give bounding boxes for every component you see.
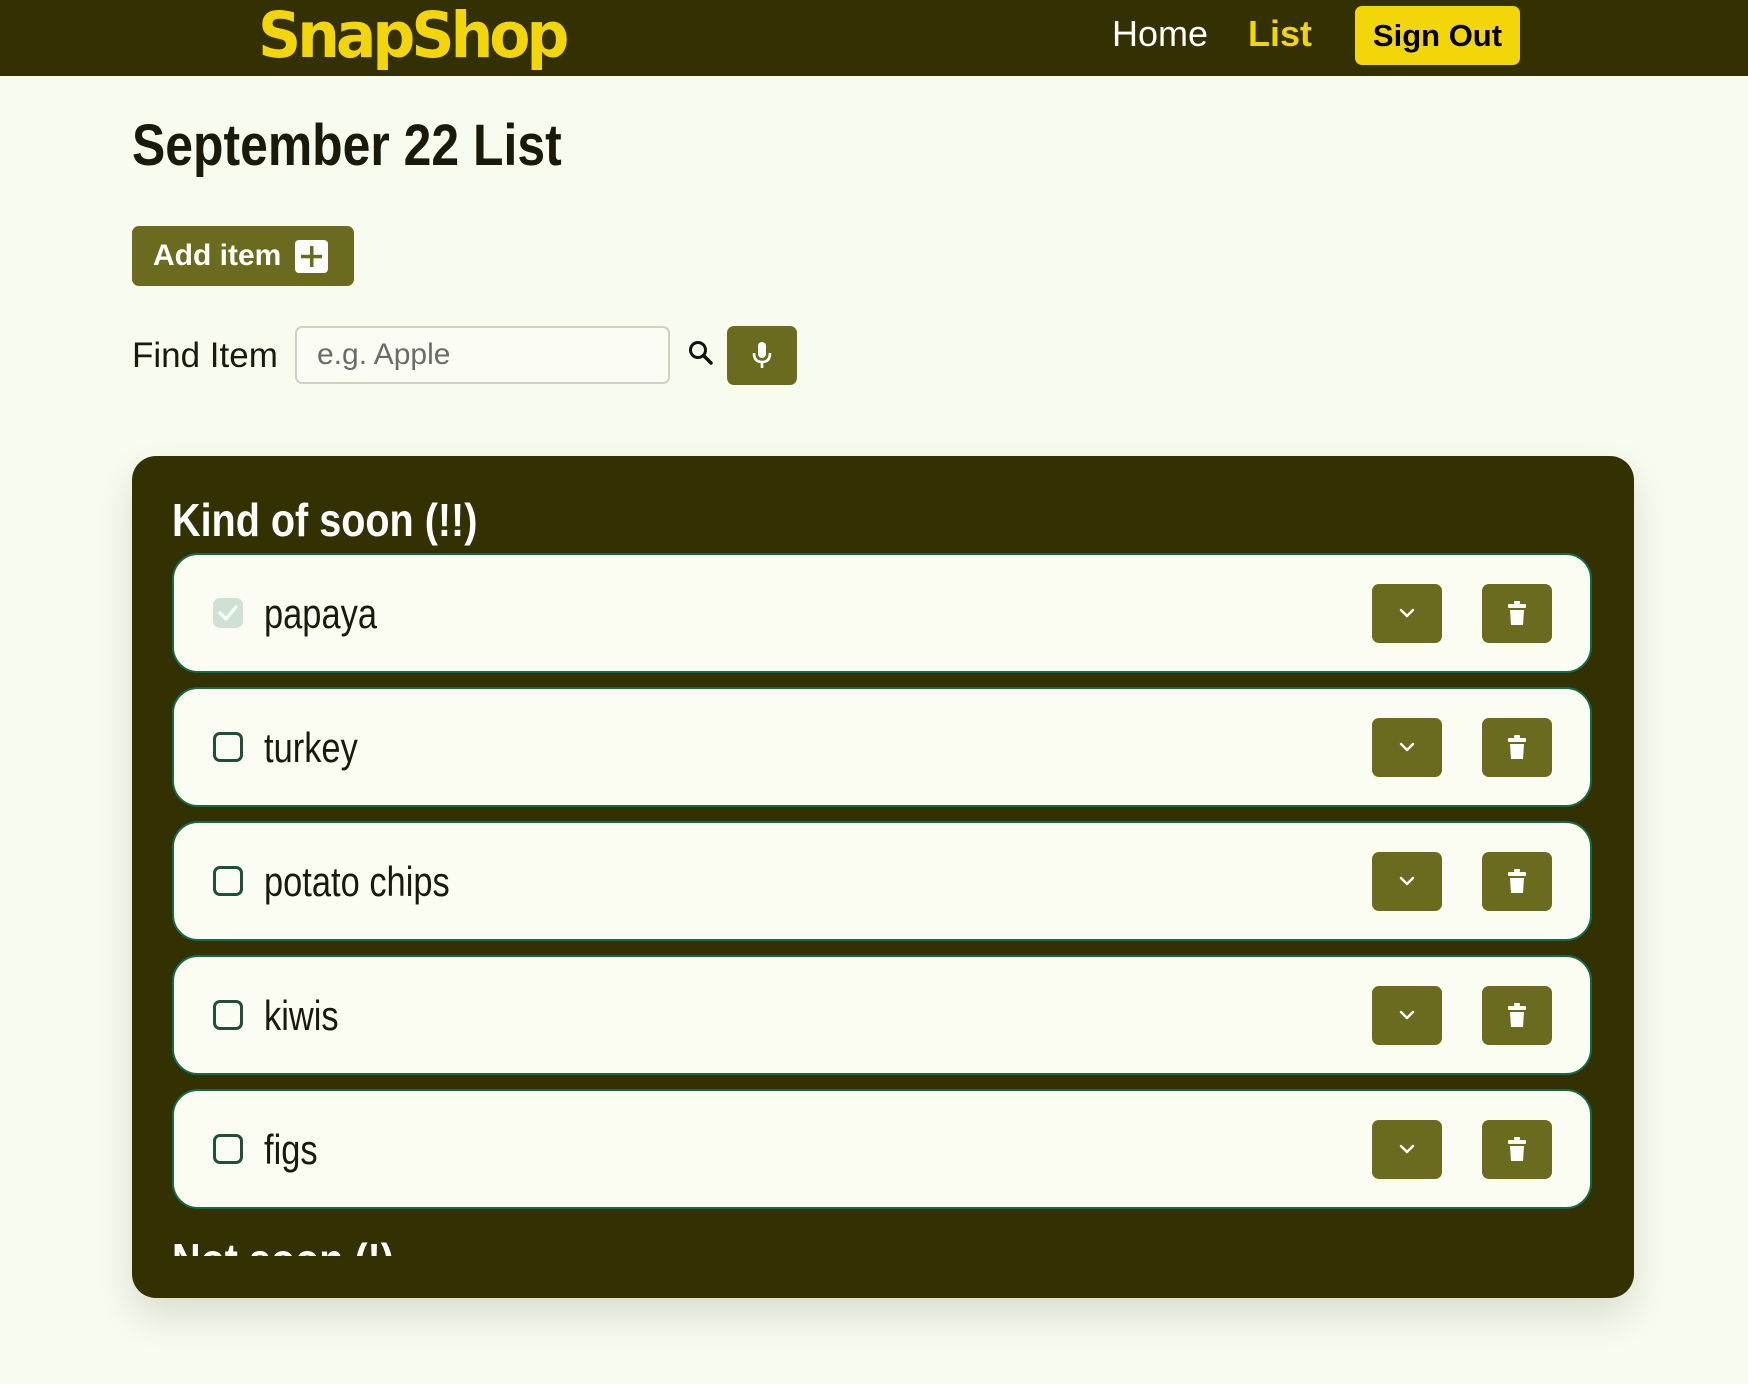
item-checkbox[interactable] bbox=[213, 866, 243, 896]
expand-item-button[interactable] bbox=[1372, 852, 1442, 911]
search-icon bbox=[689, 341, 713, 365]
list-item: papaya bbox=[172, 553, 1592, 673]
list-item: figs bbox=[172, 1089, 1592, 1209]
item-checkbox[interactable] bbox=[213, 1134, 243, 1164]
chevron-down-icon bbox=[1399, 1010, 1415, 1020]
plus-square-icon bbox=[295, 240, 328, 273]
delete-item-button[interactable] bbox=[1482, 718, 1552, 777]
delete-item-button[interactable] bbox=[1482, 584, 1552, 643]
delete-item-button[interactable] bbox=[1482, 986, 1552, 1045]
section-clip: Not soon (!) bbox=[132, 1226, 1634, 1256]
delete-item-button[interactable] bbox=[1482, 852, 1552, 911]
top-navigation-bar: SnapShop Home List Sign Out bbox=[0, 0, 1748, 76]
add-item-label: Add item bbox=[153, 239, 282, 272]
shopping-list-panel: Kind of soon (!!) papaya turkey potato c… bbox=[132, 456, 1634, 1298]
list-item: potato chips bbox=[172, 821, 1592, 941]
trash-icon bbox=[1508, 735, 1526, 759]
chevron-down-icon bbox=[1399, 1144, 1415, 1154]
add-item-button[interactable]: Add item bbox=[132, 226, 354, 286]
item-checkbox[interactable] bbox=[213, 732, 243, 762]
trash-icon bbox=[1508, 1003, 1526, 1027]
snapshop-logo[interactable]: SnapShop bbox=[258, 0, 569, 74]
item-name: kiwis bbox=[264, 992, 339, 1039]
nav-link-home[interactable]: Home bbox=[1112, 12, 1208, 56]
item-name: turkey bbox=[264, 724, 358, 771]
sign-out-button[interactable]: Sign Out bbox=[1355, 6, 1520, 65]
delete-item-button[interactable] bbox=[1482, 1120, 1552, 1179]
voice-search-button[interactable] bbox=[727, 326, 797, 385]
section-title-kind-of-soon: Kind of soon (!!) bbox=[172, 494, 478, 546]
find-item-input[interactable] bbox=[295, 326, 670, 384]
item-name: figs bbox=[264, 1126, 318, 1173]
expand-item-button[interactable] bbox=[1372, 1120, 1442, 1179]
chevron-down-icon bbox=[1399, 742, 1415, 752]
expand-item-button[interactable] bbox=[1372, 718, 1442, 777]
trash-icon bbox=[1508, 601, 1526, 625]
trash-icon bbox=[1508, 1137, 1526, 1161]
page-title: September 22 List bbox=[132, 113, 562, 178]
nav-link-list[interactable]: List bbox=[1248, 12, 1312, 56]
item-checkbox[interactable] bbox=[213, 1000, 243, 1030]
expand-item-button[interactable] bbox=[1372, 986, 1442, 1045]
item-checkbox[interactable] bbox=[213, 598, 243, 628]
microphone-icon bbox=[752, 342, 772, 368]
list-item: turkey bbox=[172, 687, 1592, 807]
list-item: kiwis bbox=[172, 955, 1592, 1075]
item-name: potato chips bbox=[264, 858, 450, 905]
section-title-not-soon: Not soon (!) bbox=[172, 1232, 394, 1256]
chevron-down-icon bbox=[1399, 608, 1415, 618]
chevron-down-icon bbox=[1399, 876, 1415, 886]
item-name: papaya bbox=[264, 590, 377, 637]
search-button[interactable] bbox=[688, 340, 714, 370]
expand-item-button[interactable] bbox=[1372, 584, 1442, 643]
trash-icon bbox=[1508, 869, 1526, 893]
check-icon bbox=[218, 605, 238, 621]
find-item-label: Find Item bbox=[132, 336, 278, 375]
